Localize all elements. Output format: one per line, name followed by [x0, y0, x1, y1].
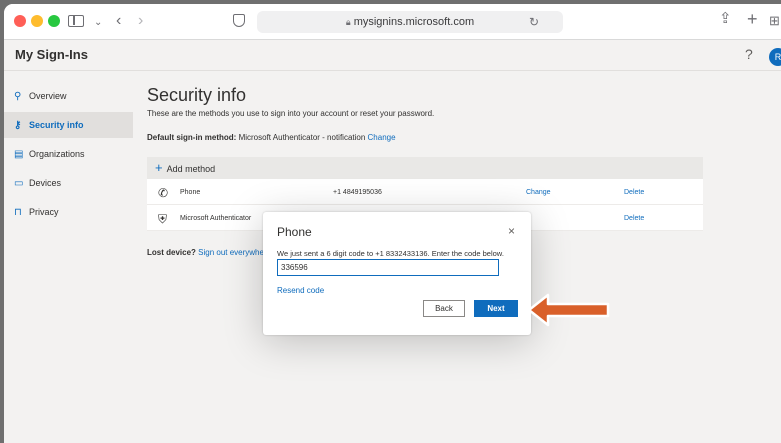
sidebar-item-organizations[interactable]: ▤ Organizations — [4, 141, 133, 167]
sidebar: ⚲ Overview ⚷ Security info ▤ Organizations … — [4, 71, 133, 443]
sidebar-item-label: Security info — [29, 120, 84, 130]
sidebar-item-label: Organizations — [29, 149, 85, 159]
method-name: Microsoft Authenticator — [180, 215, 252, 222]
person-icon: ⚲ — [14, 91, 22, 102]
authenticator-icon: ⛨ — [158, 212, 168, 226]
sidebar-item-label: Overview — [29, 91, 67, 101]
phone-verification-dialog: Phone × We just sent a 6 digit code to +… — [263, 212, 531, 335]
lock-icon: 🔒︎ — [345, 17, 351, 27]
share-icon[interactable]: ⇪ — [719, 10, 732, 28]
change-default-method-link[interactable]: Change — [368, 133, 396, 142]
method-detail: +1 4849195036 — [333, 189, 382, 196]
method-name: Phone — [180, 189, 201, 196]
minimize-window-button[interactable] — [31, 15, 43, 27]
forward-arrow-icon[interactable]: › — [138, 12, 143, 30]
delete-method-link[interactable]: Delete — [624, 215, 644, 222]
back-arrow-icon[interactable]: ‹ — [116, 12, 121, 30]
verification-code-input[interactable] — [277, 259, 499, 276]
plus-icon: + — [155, 160, 163, 175]
sidebar-item-overview[interactable]: ⚲ Overview — [4, 83, 133, 109]
address-url: mysignins.microsoft.com — [353, 16, 475, 28]
lost-device: Lost device? Sign out everywhere — [147, 248, 271, 257]
sidebar-item-security-info[interactable]: ⚷ Security info — [4, 112, 133, 138]
new-tab-icon[interactable]: + — [747, 10, 758, 28]
sidebar-item-label: Devices — [29, 178, 62, 188]
zoom-window-button[interactable] — [48, 15, 60, 27]
sidebar-toggle-icon[interactable] — [68, 15, 84, 27]
laptop-icon: ▭ — [14, 178, 24, 189]
dialog-title: Phone — [277, 225, 312, 239]
add-method-label: Add method — [166, 164, 216, 174]
sidebar-item-label: Privacy — [29, 207, 59, 217]
dialog-message: We just sent a 6 digit code to +1 833243… — [277, 249, 504, 258]
back-button[interactable]: Back — [423, 300, 465, 317]
table-row: ✆ Phone +1 4849195036 Change Delete — [147, 179, 703, 205]
page-title: Security info — [147, 85, 247, 105]
browser-toolbar: ⌄ ‹ › 🔒︎ mysignins.microsoft.com ↻ ⇪ + ⊞ — [4, 4, 781, 40]
close-icon[interactable]: × — [508, 224, 515, 238]
app-header: My Sign-Ins ? R — [4, 40, 781, 71]
close-window-button[interactable] — [14, 15, 26, 27]
sign-out-everywhere-link[interactable]: Sign out everywhere — [198, 248, 271, 257]
add-method-button[interactable]: + Add method — [147, 157, 703, 179]
resend-code-link[interactable]: Resend code — [277, 286, 324, 295]
default-method: Default sign-in method: Microsoft Authen… — [147, 133, 396, 142]
avatar[interactable]: R — [769, 48, 781, 66]
key-person-icon: ⚷ — [14, 120, 22, 131]
lost-device-label: Lost device? — [147, 248, 196, 257]
briefcase-icon: ▤ — [14, 149, 24, 160]
annotation-arrow-icon — [527, 293, 610, 327]
page-description: These are the methods you use to sign in… — [147, 109, 435, 118]
privacy-shield-icon[interactable] — [233, 14, 245, 27]
address-bar[interactable]: 🔒︎ mysignins.microsoft.com ↻ — [257, 11, 563, 33]
tab-overview-icon[interactable]: ⊞ — [769, 12, 780, 30]
sidebar-item-devices[interactable]: ▭ Devices — [4, 170, 133, 196]
default-method-label: Default sign-in method: — [147, 133, 237, 142]
help-icon[interactable]: ? — [745, 46, 753, 62]
phone-icon: ✆ — [158, 186, 169, 200]
chevron-down-icon[interactable]: ⌄ — [94, 14, 102, 32]
default-method-value: Microsoft Authenticator - notification — [238, 133, 366, 142]
app-title: My Sign-Ins — [15, 47, 88, 62]
change-method-link[interactable]: Change — [526, 189, 551, 196]
reload-icon[interactable]: ↻ — [529, 11, 539, 33]
next-button[interactable]: Next — [474, 300, 518, 317]
delete-method-link[interactable]: Delete — [624, 189, 644, 196]
lock-icon: ⊓ — [14, 207, 22, 218]
sidebar-item-privacy[interactable]: ⊓ Privacy — [4, 199, 133, 225]
